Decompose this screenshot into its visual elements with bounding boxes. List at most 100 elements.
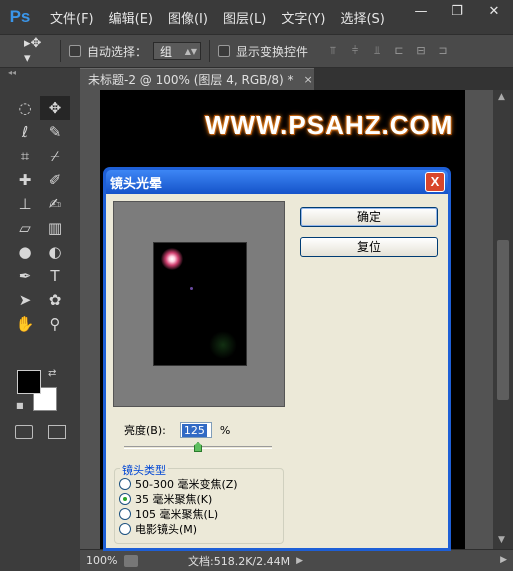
menu-image[interactable]: 图像(I) — [168, 8, 208, 27]
radio-button[interactable] — [119, 523, 131, 535]
scroll-down-icon[interactable]: ▼ — [498, 535, 505, 545]
lens-option-label: 电影镜头(M) — [135, 523, 198, 536]
crop-icon[interactable]: ⌗ — [10, 144, 40, 168]
dodge-icon[interactable]: ◐ — [40, 240, 70, 264]
lens-option-35mm[interactable]: 35 毫米聚焦(K) — [119, 491, 212, 507]
menu-bar: Ps 文件(F) 编辑(E) 图像(I) 图层(L) 文字(Y) 选择(S) —… — [0, 0, 513, 34]
dialog-body: 确定 复位 亮度(B): 125 % 镜头类型 50-300 毫米变焦(Z) 3… — [106, 194, 448, 548]
scroll-up-icon[interactable]: ▲ — [498, 92, 505, 102]
brightness-input[interactable]: 125 — [179, 422, 212, 438]
shape-icon[interactable]: ✿ — [40, 288, 70, 312]
history-brush-icon[interactable]: ✍ — [40, 192, 70, 216]
divider — [60, 40, 61, 62]
marquee-icon[interactable]: ◌ — [10, 96, 40, 120]
document-info: 文档:518.2K/2.44M — [188, 554, 291, 568]
lens-option-label: 50-300 毫米变焦(Z) — [135, 478, 238, 491]
document-tab[interactable]: 未标题-2 @ 100% (图层 4, RGB/8) * × — [80, 68, 314, 90]
preview-image[interactable] — [153, 242, 247, 366]
lens-option-label: 105 毫米聚焦(L) — [135, 508, 219, 521]
flare-artifact — [190, 287, 193, 290]
brush-icon[interactable]: ✐ — [40, 168, 70, 192]
scroll-right-icon[interactable]: ▶ — [500, 555, 507, 565]
move-icon[interactable]: ✥ — [40, 96, 70, 120]
show-transform-checkbox[interactable] — [218, 45, 231, 57]
align-top-icon[interactable]: ⫪ — [324, 43, 342, 59]
align-vcenter-icon[interactable]: ⫩ — [346, 43, 364, 59]
scrollbar-thumb[interactable] — [497, 240, 509, 400]
lasso-icon[interactable]: ℓ — [10, 120, 40, 144]
restore-button[interactable]: ❐ — [439, 0, 475, 22]
toolbox-collapse-icon[interactable]: ◂◂ — [0, 68, 80, 80]
align-bottom-icon[interactable]: ⫫ — [368, 43, 386, 59]
align-left-icon[interactable]: ⊏ — [390, 43, 408, 59]
lens-flare-dialog: 镜头光晕 X 确定 复位 亮度(B): 125 % 镜头类型 50-300 毫米… — [103, 167, 451, 551]
swap-colors-icon[interactable]: ⇄ — [48, 368, 56, 379]
move-tool-preset-icon[interactable]: ▸✥ ▾ — [24, 36, 52, 66]
healing-icon[interactable]: ✚ — [10, 168, 40, 192]
document-tab-title: 未标题-2 @ 100% (图层 4, RGB/8) * — [88, 73, 294, 87]
flare-preview — [113, 201, 285, 407]
menu-items: 文件(F) 编辑(E) 图像(I) 图层(L) 文字(Y) 选择(S) — [50, 8, 400, 27]
radio-button[interactable] — [119, 478, 131, 490]
banner-text: WWW.PSAHZ.COM — [205, 110, 454, 140]
vertical-scrollbar[interactable]: ▲ ▼ — [493, 90, 513, 549]
radio-button-selected[interactable] — [119, 493, 131, 505]
stamp-icon[interactable]: ⊥ — [10, 192, 40, 216]
pen-icon[interactable]: ✒ — [10, 264, 40, 288]
blur-icon[interactable]: ● — [10, 240, 40, 264]
menu-file[interactable]: 文件(F) — [50, 8, 94, 27]
gradient-icon[interactable]: ▥ — [40, 216, 70, 240]
doc-info-icon[interactable] — [124, 554, 138, 567]
menu-type[interactable]: 文字(Y) — [281, 8, 325, 27]
menu-edit[interactable]: 编辑(E) — [109, 8, 153, 27]
path-select-icon[interactable]: ➤ — [10, 288, 40, 312]
close-tab-icon[interactable]: × — [304, 73, 313, 86]
status-bar: 100% 文档:518.2K/2.44M ▶ ▶ — [80, 549, 513, 571]
status-menu-arrow-icon[interactable]: ▶ — [296, 556, 303, 566]
default-colors-icon[interactable]: ■ — [16, 401, 26, 411]
window-close-button[interactable]: ✕ — [475, 0, 513, 22]
photoshop-window: Ps 文件(F) 编辑(E) 图像(I) 图层(L) 文字(Y) 选择(S) —… — [0, 0, 513, 571]
auto-select-checkbox[interactable] — [69, 45, 81, 57]
brightness-label: 亮度(B): — [124, 424, 166, 437]
dialog-title-bar[interactable]: 镜头光晕 — [106, 170, 448, 194]
toolbox: ◂◂ ◌ ✥ ℓ ✎ ⌗ ⌿ ✚ ✐ ⊥ ✍ ▱ ▥ ● ◐ ✒ T ➤ ✿ ✋… — [0, 68, 80, 571]
options-bar: ▸✥ ▾ 自动选择： 组 ▲▼ 显示变换控件 ⫪ ⫩ ⫫ ⊏ ⊟ ⊐ — [0, 34, 513, 68]
reset-button[interactable]: 复位 — [300, 237, 438, 257]
quick-mask-icon[interactable] — [15, 425, 33, 439]
lens-option-movie[interactable]: 电影镜头(M) — [119, 521, 197, 537]
menu-select[interactable]: 选择(S) — [340, 8, 384, 27]
flare-ring — [209, 331, 237, 359]
ok-button[interactable]: 确定 — [300, 207, 438, 227]
quick-select-icon[interactable]: ✎ — [40, 120, 70, 144]
tab-strip — [314, 68, 513, 90]
foreground-color-swatch[interactable] — [17, 370, 41, 394]
align-hcenter-icon[interactable]: ⊟ — [412, 43, 430, 59]
menu-layer[interactable]: 图层(L) — [223, 8, 266, 27]
lens-option-50-300[interactable]: 50-300 毫米变焦(Z) — [119, 476, 238, 492]
eraser-icon[interactable]: ▱ — [10, 216, 40, 240]
auto-select-value: 组 — [160, 44, 173, 59]
radio-button[interactable] — [119, 508, 131, 520]
align-right-icon[interactable]: ⊐ — [434, 43, 452, 59]
brightness-value: 125 — [181, 424, 207, 437]
brightness-slider-thumb[interactable] — [194, 442, 202, 452]
lens-option-105mm[interactable]: 105 毫米聚焦(L) — [119, 506, 218, 522]
brightness-row: 亮度(B): 125 % — [124, 422, 230, 438]
screen-mode-icon[interactable] — [48, 425, 66, 439]
dropdown-arrow-icon: ▲▼ — [184, 46, 198, 56]
auto-select-label: 自动选择： — [87, 44, 148, 59]
zoom-icon[interactable]: ⚲ — [40, 312, 70, 336]
eyedropper-icon[interactable]: ⌿ — [40, 144, 70, 168]
flare-center-icon[interactable] — [161, 248, 183, 270]
zoom-level[interactable]: 100% — [80, 554, 120, 567]
hand-icon[interactable]: ✋ — [10, 312, 40, 336]
minimize-button[interactable]: — — [403, 0, 439, 22]
auto-select-dropdown[interactable]: 组 ▲▼ — [153, 42, 202, 60]
show-transform-label: 显示变换控件 — [236, 44, 309, 59]
tool-grid: ◌ ✥ ℓ ✎ ⌗ ⌿ ✚ ✐ ⊥ ✍ ▱ ▥ ● ◐ ✒ T ➤ ✿ ✋ ⚲ — [10, 96, 72, 336]
align-buttons: ⫪ ⫩ ⫫ ⊏ ⊟ ⊐ — [324, 43, 456, 59]
dialog-close-button[interactable]: X — [425, 172, 445, 192]
divider — [209, 40, 211, 62]
type-icon[interactable]: T — [40, 264, 70, 288]
